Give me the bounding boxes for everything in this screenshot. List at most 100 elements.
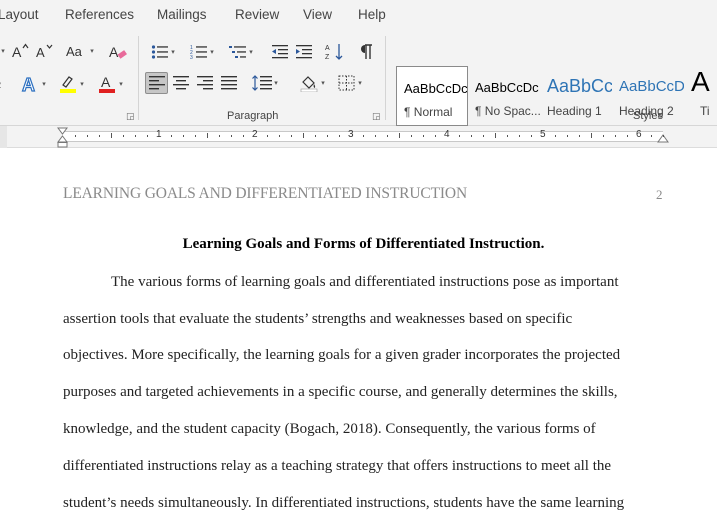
multilevel-list-icon[interactable]: ▾ bbox=[224, 42, 258, 62]
clear-formatting-icon[interactable]: A bbox=[107, 42, 129, 62]
ruler-dot bbox=[423, 135, 424, 137]
ruler-dot bbox=[663, 135, 664, 137]
ruler-dot bbox=[651, 135, 652, 137]
body-line: assertion tools that evaluate the studen… bbox=[63, 311, 573, 327]
ruler-left-margin bbox=[0, 126, 7, 148]
ruler-dot bbox=[243, 135, 244, 137]
ruler-dot bbox=[579, 135, 580, 137]
ruler-dot bbox=[147, 135, 148, 137]
tab-help[interactable]: Help bbox=[358, 7, 386, 22]
line-spacing-icon[interactable]: ▾ bbox=[248, 72, 282, 94]
shading-icon[interactable]: ▾ bbox=[295, 72, 329, 94]
style-name: Heading 1 bbox=[547, 104, 602, 118]
style-sample: A bbox=[691, 66, 710, 97]
justify-icon[interactable] bbox=[218, 72, 240, 94]
running-head: LEARNING GOALS AND DIFFERENTIATED INSTRU… bbox=[63, 185, 467, 202]
horizontal-ruler[interactable]: 1 2 3 4 5 6 bbox=[0, 126, 717, 148]
ruler-half-tick bbox=[591, 133, 592, 138]
decrease-indent-icon[interactable] bbox=[269, 42, 291, 62]
svg-text:2: 2 bbox=[0, 80, 1, 90]
style-sample: AaBbCcD bbox=[619, 78, 684, 95]
ruler-dot bbox=[279, 135, 280, 137]
svg-text:A: A bbox=[22, 75, 35, 94]
tab-layout[interactable]: Layout bbox=[0, 7, 39, 22]
body-line: purposes and targeted achievements in a … bbox=[63, 384, 618, 400]
ruler-dot bbox=[99, 135, 100, 137]
body-line: objectives. More specifically, the learn… bbox=[63, 347, 621, 363]
indent-markers-icon[interactable] bbox=[56, 127, 69, 148]
align-left-icon[interactable] bbox=[145, 72, 168, 94]
group-label-styles: Styles bbox=[633, 110, 663, 122]
ruler-dot bbox=[387, 135, 388, 137]
style-title[interactable]: A Ti bbox=[684, 66, 717, 126]
increase-indent-icon[interactable] bbox=[293, 42, 315, 62]
ruler-dot bbox=[411, 135, 412, 137]
show-marks-icon[interactable] bbox=[355, 41, 377, 63]
ruler-dot bbox=[75, 135, 76, 137]
ruler-number: 2 bbox=[252, 129, 258, 140]
text-effects-icon[interactable]: A ▾ bbox=[16, 73, 50, 95]
tab-review[interactable]: Review bbox=[235, 7, 279, 22]
bullets-icon[interactable]: ▾ bbox=[146, 42, 180, 62]
ruler-dot bbox=[603, 135, 604, 137]
page-number: 2 bbox=[656, 187, 663, 202]
ruler-dot bbox=[519, 135, 520, 137]
style-sample: AaBbCcDc bbox=[475, 80, 539, 95]
ribbon-tab-bar: Layout References Mailings Review View H… bbox=[0, 0, 717, 30]
body-line: differentiated instructions relay as a t… bbox=[63, 458, 612, 474]
ruler-dot bbox=[615, 135, 616, 137]
svg-text:A: A bbox=[109, 44, 119, 60]
ruler-half-tick bbox=[495, 133, 496, 138]
ruler-half-tick bbox=[111, 133, 112, 138]
svg-text:A: A bbox=[325, 45, 330, 52]
ruler-dot bbox=[555, 135, 556, 137]
ruler-dot bbox=[531, 135, 532, 137]
style-sample: AaBbCc bbox=[547, 76, 612, 96]
font-dialog-launcher[interactable]: ◲ bbox=[126, 111, 135, 122]
svg-text:3: 3 bbox=[190, 55, 193, 60]
ruler-dot bbox=[459, 135, 460, 137]
styles-gallery: AaBbCcDc ¶ Normal AaBbCcDc ¶ No Spac... … bbox=[394, 66, 717, 126]
svg-text:Z: Z bbox=[325, 54, 330, 61]
paragraph-dialog-launcher[interactable]: ◲ bbox=[372, 111, 381, 122]
ruler-dot bbox=[627, 135, 628, 137]
font-color-icon[interactable]: A ▾ bbox=[93, 73, 127, 95]
style-heading-1[interactable]: AaBbCc Heading 1 bbox=[540, 66, 612, 126]
group-separator bbox=[385, 36, 386, 120]
ruler-number: 1 bbox=[156, 129, 162, 140]
svg-text:A: A bbox=[36, 45, 45, 59]
highlight-icon[interactable]: ▾ bbox=[54, 73, 88, 95]
sort-icon[interactable]: AZ bbox=[323, 41, 347, 63]
style-no-spacing[interactable]: AaBbCcDc ¶ No Spac... bbox=[468, 66, 540, 126]
ruler-number: 3 bbox=[348, 129, 354, 140]
ruler-dot bbox=[315, 135, 316, 137]
ruler-dot bbox=[135, 135, 136, 137]
center-icon[interactable] bbox=[170, 72, 192, 94]
tab-references[interactable]: References bbox=[65, 7, 134, 22]
ribbon: ▾ A A Aa▾ A 2 A▾ ▾ A▾ ◲ ▾ 123▾ ▾ AZ bbox=[0, 30, 717, 126]
grow-font-icon[interactable]: A bbox=[10, 42, 30, 60]
align-right-icon[interactable] bbox=[194, 72, 216, 94]
ruler-dot bbox=[375, 135, 376, 137]
ruler-dot bbox=[267, 135, 268, 137]
ruler-dot bbox=[435, 135, 436, 137]
change-case-icon[interactable]: Aa ▾ bbox=[64, 42, 96, 60]
ruler-dot bbox=[567, 135, 568, 137]
svg-text:Aa: Aa bbox=[66, 44, 83, 59]
borders-icon[interactable]: ▾ bbox=[333, 72, 367, 94]
ruler-dot bbox=[339, 135, 340, 137]
ruler-half-tick bbox=[399, 133, 400, 138]
tab-mailings[interactable]: Mailings bbox=[157, 7, 207, 22]
document-page[interactable]: LEARNING GOALS AND DIFFERENTIATED INSTRU… bbox=[0, 149, 717, 526]
font-size-caret[interactable]: ▾ bbox=[0, 42, 8, 60]
subscript-partial-icon[interactable]: 2 bbox=[0, 74, 6, 92]
body-line: student’s needs simultaneously. In diffe… bbox=[63, 495, 625, 511]
ruler-dot bbox=[471, 135, 472, 137]
shrink-font-icon[interactable]: A bbox=[34, 42, 54, 60]
body-line: The various forms of learning goals and … bbox=[111, 274, 619, 290]
ruler-half-tick bbox=[303, 133, 304, 138]
ruler-dot bbox=[231, 135, 232, 137]
numbering-icon[interactable]: 1 2 3 ▾ bbox=[185, 42, 219, 62]
style-normal[interactable]: AaBbCcDc ¶ Normal bbox=[396, 66, 468, 126]
tab-view[interactable]: View bbox=[303, 7, 332, 22]
